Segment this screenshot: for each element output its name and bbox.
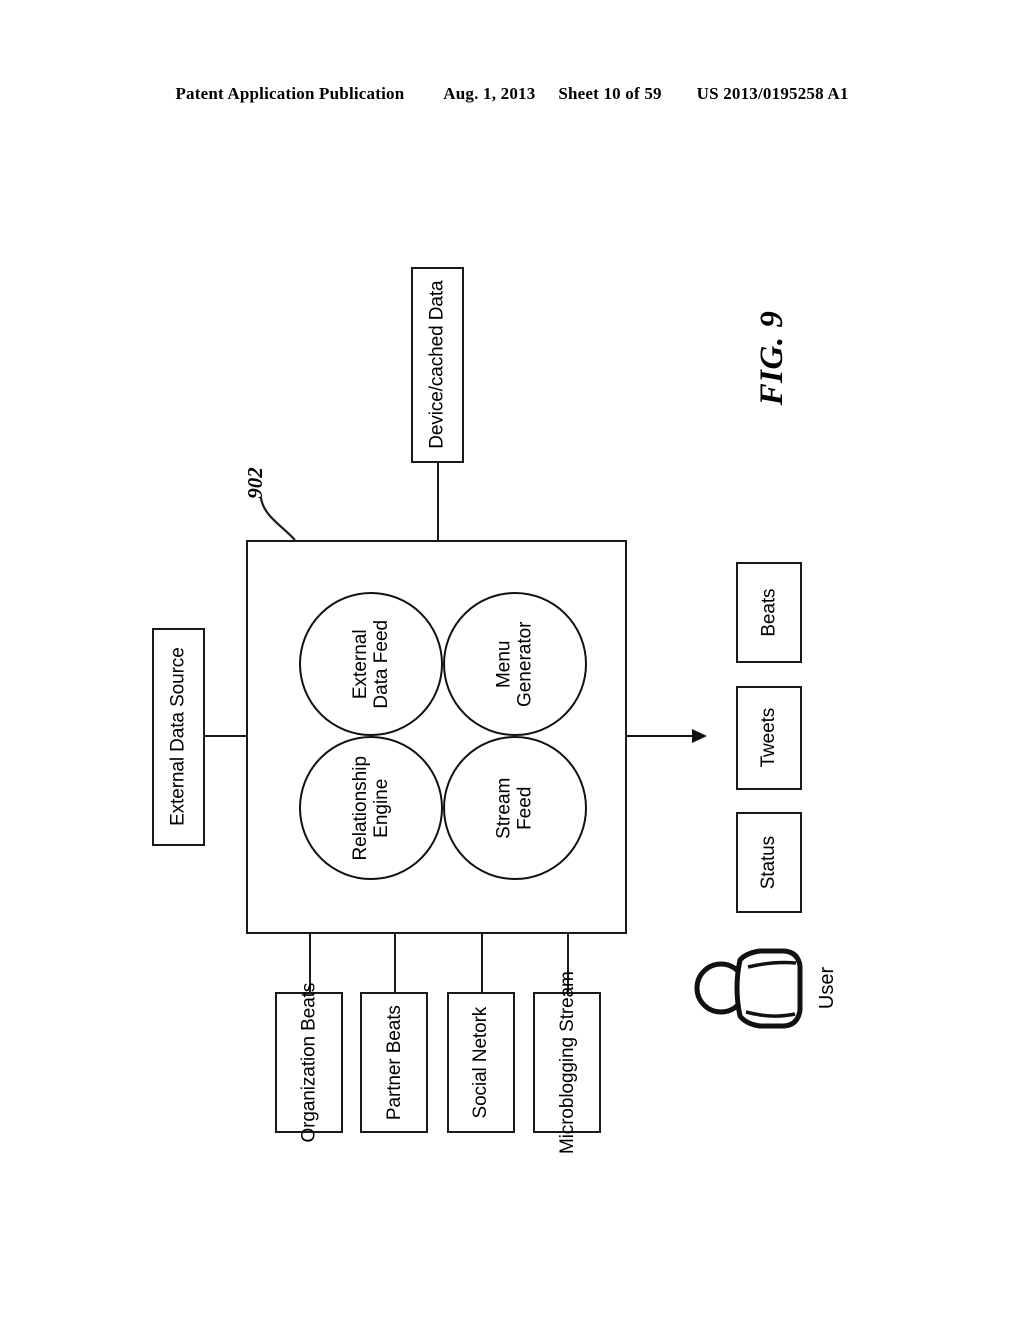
node-microblogging-stream: Microblogging Stream [533,971,601,1154]
node-output-beats: Beats [736,562,802,663]
module-external-data-feed-label: External Data Feed [349,619,392,709]
node-organization-beats: Organization Beats [275,983,343,1142]
node-microblogging-stream-label: Microblogging Stream [556,971,578,1154]
node-output-tweets: Tweets [736,686,802,790]
node-organization-beats-label: Organization Beats [298,982,320,1143]
module-menu-generator: Menu Generator [443,592,587,736]
module-stream-feed: Stream Feed [443,736,587,880]
output-arrow-head [692,729,707,743]
connector-main-to-partner-beats [394,934,396,992]
node-device-cached-data-label: Device/cached Data [426,280,448,450]
node-device-cached-data: Device/cached Data [411,267,464,463]
connector-external-source-to-main [205,735,246,737]
node-output-status: Status [736,812,802,913]
main-system-container [246,540,627,934]
connector-device-to-main [437,463,439,541]
output-arrow-shaft [627,735,693,737]
module-relationship-engine-label: Relationship Engine [349,755,392,861]
node-output-tweets-label: Tweets [758,708,780,768]
node-partner-beats: Partner Beats [360,992,428,1133]
module-relationship-engine: Relationship Engine [299,736,443,880]
node-external-data-source: External Data Source [152,628,205,846]
node-output-beats-label: Beats [758,588,780,637]
node-partner-beats-label: Partner Beats [383,1005,405,1120]
user-person-icon [694,948,803,1029]
node-social-network-label: Social Netork [470,1006,492,1119]
node-external-data-source-label: External Data Source [167,647,189,827]
module-menu-generator-label: Menu Generator [493,621,536,707]
figure-label: FIG. 9 [754,310,790,406]
node-output-status-label: Status [758,835,780,890]
user-label: User [816,966,838,1010]
patent-figure-9: FIG. 9 Device/cached Data 902 External D… [0,0,1024,1320]
module-external-data-feed: External Data Feed [299,592,443,736]
module-stream-feed-label: Stream Feed [493,777,536,839]
connector-main-to-social-network [481,934,483,992]
node-social-network: Social Netork [447,992,515,1133]
